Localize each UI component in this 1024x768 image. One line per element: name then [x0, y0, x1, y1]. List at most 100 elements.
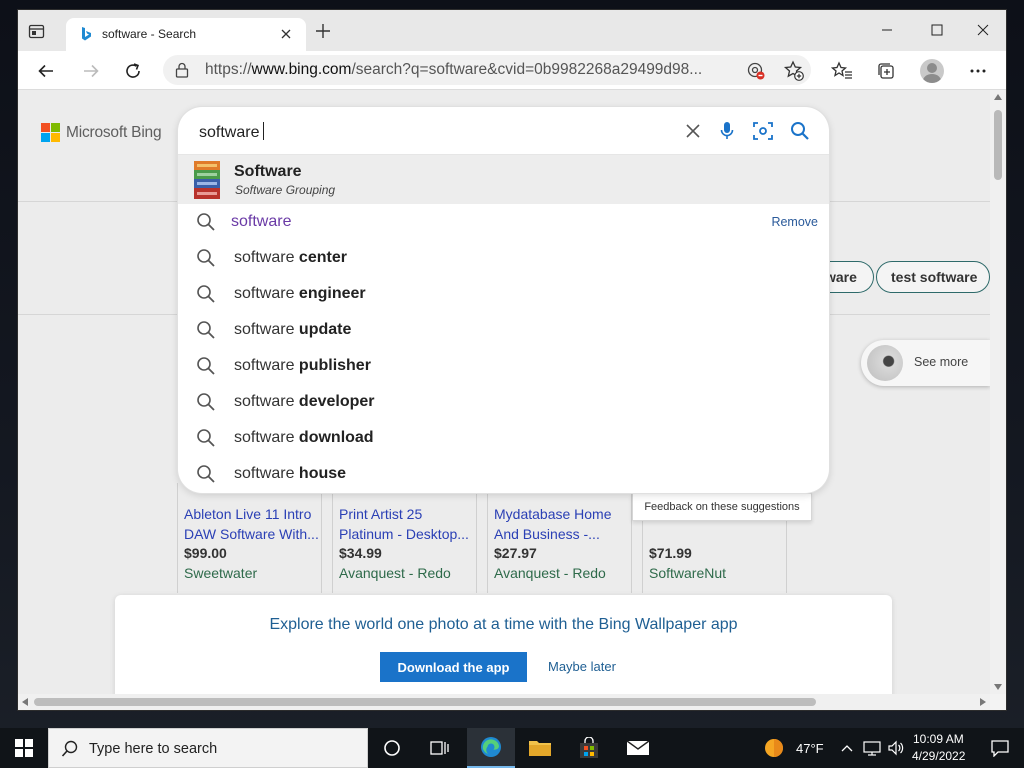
remove-history-link[interactable]: Remove: [771, 215, 818, 229]
history-suggestion[interactable]: software Remove: [178, 204, 829, 240]
search-icon[interactable]: [788, 119, 812, 143]
lock-icon[interactable]: [175, 62, 189, 78]
scroll-left-icon[interactable]: [22, 698, 28, 706]
feedback-link[interactable]: Feedback on these suggestions: [632, 493, 812, 521]
tab-close-icon[interactable]: [278, 26, 294, 42]
product-price: $71.99: [649, 545, 692, 561]
suggestion-suffix: center: [298, 249, 347, 266]
product-name[interactable]: Mydatabase Home And Business -...: [494, 504, 630, 544]
suggestion-prefix: software: [234, 249, 299, 266]
see-more-button[interactable]: See more: [861, 340, 990, 386]
tab-actions-icon[interactable]: [28, 23, 46, 39]
vertical-scroll-thumb[interactable]: [994, 110, 1002, 180]
search-icon: [197, 465, 215, 483]
suggestion-item[interactable]: software download: [178, 420, 829, 456]
chevron-up-icon[interactable]: [836, 728, 858, 768]
product-seller: SoftwareNut: [649, 565, 727, 581]
back-arrow-icon[interactable]: [32, 57, 60, 85]
weather-icon[interactable]: [754, 728, 794, 768]
tab-title: software - Search: [102, 27, 197, 41]
file-explorer-icon[interactable]: [516, 728, 564, 768]
suggestion-text: software house: [234, 465, 346, 483]
window-close-icon[interactable]: [960, 15, 1006, 45]
suggestion-suffix: publisher: [298, 357, 371, 374]
suggestion-suffix: update: [298, 321, 352, 338]
suggestion-item[interactable]: software publisher: [178, 348, 829, 384]
add-favorite-icon[interactable]: [782, 59, 806, 83]
mail-icon[interactable]: [614, 728, 662, 768]
refresh-icon[interactable]: [119, 57, 147, 85]
product-name[interactable]: Ableton Live 11 Intro DAW Software With.…: [184, 504, 320, 544]
visual-search-icon[interactable]: [751, 119, 775, 143]
suggestion-item[interactable]: software engineer: [178, 276, 829, 312]
suggestion-suffix: developer: [298, 393, 375, 410]
suggestion-text: software download: [234, 429, 374, 447]
clock-time[interactable]: 10:09 AM: [913, 732, 964, 746]
store-icon[interactable]: [565, 728, 613, 768]
taskbar-search-placeholder: Type here to search: [89, 741, 218, 757]
product-price: $34.99: [339, 545, 382, 561]
search-icon: [197, 393, 215, 411]
product-name[interactable]: Print Artist 25 Platinum - Desktop...: [339, 504, 475, 544]
favorites-icon[interactable]: [830, 59, 854, 83]
minimize-icon[interactable]: [864, 15, 910, 45]
url-path: /search?q=software&cvid=0b9982268a29499d…: [351, 61, 703, 78]
taskbar-search-box[interactable]: Type here to search: [48, 728, 368, 768]
cortana-icon[interactable]: [368, 728, 416, 768]
horizontal-scrollbar[interactable]: [18, 694, 990, 710]
suggestion-prefix: software: [234, 357, 299, 374]
taskbar: Type here to search 47°F 10:09 AM 4/29/2…: [0, 728, 1024, 768]
horizontal-scroll-thumb[interactable]: [34, 698, 816, 706]
chip-label: test software: [891, 269, 978, 285]
windows-start-icon[interactable]: [0, 728, 48, 768]
weather-temperature[interactable]: 47°F: [796, 741, 824, 756]
bing-logo[interactable]: Microsoft Bing: [41, 123, 162, 142]
microphone-icon[interactable]: [715, 119, 739, 143]
clock-date[interactable]: 4/29/2022: [912, 749, 965, 763]
related-chip[interactable]: test software: [876, 261, 990, 293]
wallpaper-banner: Explore the world one photo at a time wi…: [115, 595, 892, 694]
suggestion-suffix: download: [298, 429, 374, 446]
edge-taskbar-icon[interactable]: [467, 728, 515, 768]
product-price: $27.97: [494, 545, 537, 561]
scroll-right-icon[interactable]: [980, 698, 986, 706]
suggestion-item[interactable]: software developer: [178, 384, 829, 420]
see-more-thumbnail: [867, 345, 903, 381]
suggestion-suffix: engineer: [298, 285, 366, 302]
network-icon[interactable]: [860, 728, 884, 768]
page-viewport: Microsoft Bing ware test software See mo…: [18, 90, 990, 694]
profile-avatar-icon[interactable]: [920, 59, 944, 83]
entity-subtitle: Software Grouping: [235, 183, 336, 197]
product-card[interactable]: Ableton Live 11 Intro DAW Software With.…: [177, 483, 322, 593]
maximize-icon[interactable]: [914, 15, 960, 45]
entity-suggestion[interactable]: Software Software Grouping: [178, 155, 829, 204]
product-card[interactable]: Mydatabase Home And Business -... $27.97…: [487, 483, 632, 593]
tracking-prevention-icon[interactable]: [744, 59, 768, 83]
clear-icon[interactable]: [681, 119, 705, 143]
forward-arrow-icon[interactable]: [77, 57, 105, 85]
tab-active[interactable]: software - Search: [66, 18, 306, 51]
collections-icon[interactable]: [874, 59, 898, 83]
more-menu-icon[interactable]: [966, 59, 990, 83]
suggestion-item[interactable]: software center: [178, 240, 829, 276]
new-tab-icon[interactable]: [314, 22, 332, 40]
download-app-button[interactable]: Download the app: [380, 652, 527, 682]
volume-icon[interactable]: [884, 728, 908, 768]
vertical-scrollbar[interactable]: [990, 90, 1006, 694]
product-card[interactable]: Print Artist 25 Platinum - Desktop... $3…: [332, 483, 477, 593]
search-input[interactable]: software: [199, 122, 265, 142]
suggestion-item[interactable]: software house: [178, 456, 829, 492]
notifications-icon[interactable]: [976, 728, 1024, 768]
bing-favicon-icon: [78, 26, 94, 42]
maybe-later-link[interactable]: Maybe later: [548, 659, 616, 674]
search-icon: [197, 213, 215, 231]
entity-title: Software: [234, 163, 302, 180]
scroll-up-icon[interactable]: [994, 94, 1002, 100]
task-view-icon[interactable]: [416, 728, 464, 768]
suggestion-text: software engineer: [234, 285, 366, 303]
suggestion-item[interactable]: software update: [178, 312, 829, 348]
scroll-down-icon[interactable]: [994, 684, 1002, 690]
address-bar[interactable]: https://www.bing.com/search?q=software&c…: [163, 55, 811, 85]
text-caret: [263, 122, 265, 140]
software-grouping-thumbnail: [194, 161, 220, 199]
